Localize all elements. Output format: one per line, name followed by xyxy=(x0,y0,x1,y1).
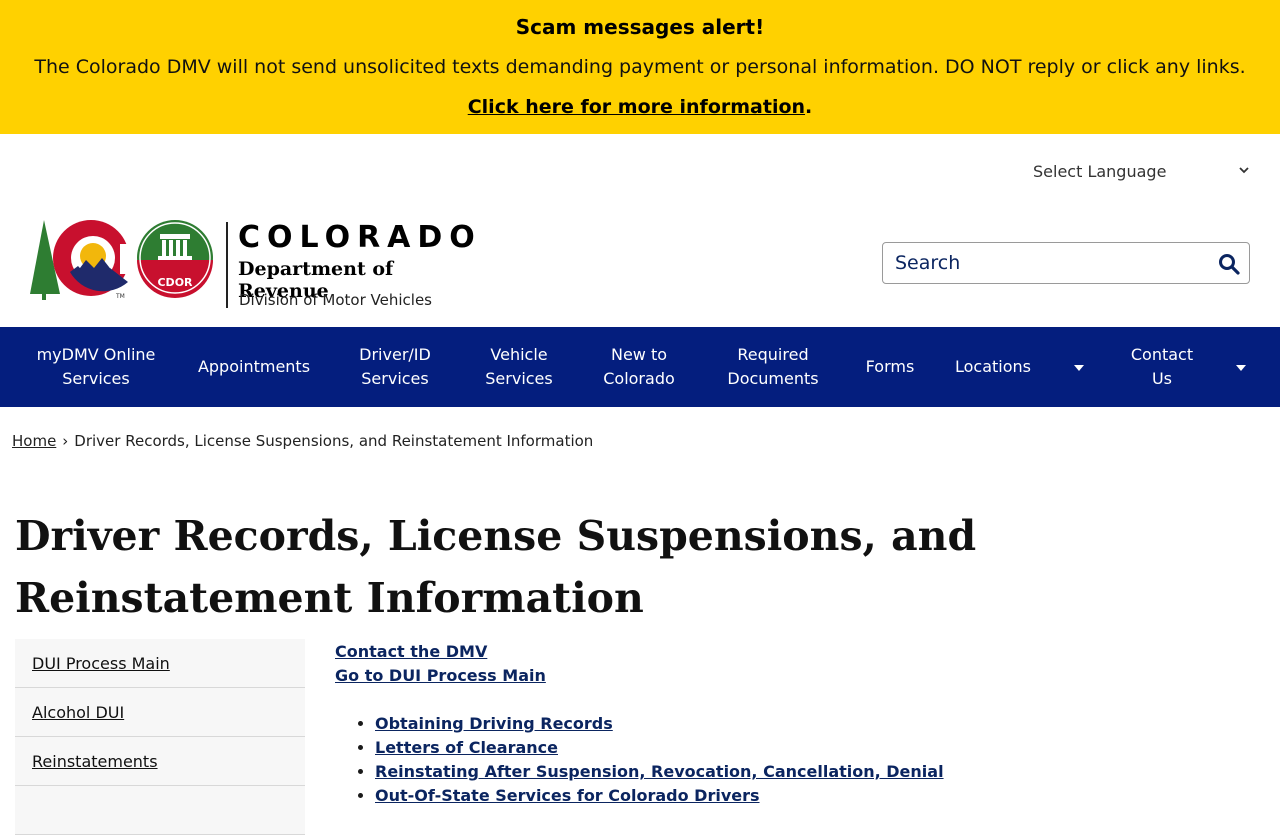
dui-process-main-link[interactable]: Go to DUI Process Main xyxy=(335,664,944,688)
sidebar-item-dui-process-main[interactable]: DUI Process Main xyxy=(15,639,305,688)
nav-item-driver-id[interactable]: Driver/ID Services xyxy=(340,343,450,391)
page-title: Driver Records, License Suspensions, and… xyxy=(15,512,977,622)
nav-item-mydmv[interactable]: myDMV Online Services xyxy=(26,343,166,391)
caret-down-icon[interactable] xyxy=(1235,362,1247,376)
language-select[interactable]: Select Language xyxy=(1033,162,1249,181)
brand-division-name: Division of Motor Vehicles xyxy=(239,291,432,309)
caret-down-icon[interactable] xyxy=(1073,362,1085,376)
search-input[interactable] xyxy=(883,252,1203,274)
sidebar-nav: DUI Process Main Alcohol DUI Reinstateme… xyxy=(15,639,305,835)
breadcrumb-current: Driver Records, License Suspensions, and… xyxy=(74,432,594,450)
sidebar-item-more[interactable] xyxy=(15,786,305,835)
breadcrumb: Home › Driver Records, License Suspensions… xyxy=(12,432,593,450)
nav-item-contact-us[interactable]: Contact Us xyxy=(1124,343,1200,391)
sidebar-item-label[interactable]: Alcohol DUI xyxy=(32,703,124,722)
language-select-label: Select Language xyxy=(1033,162,1167,181)
alert-message: The Colorado DMV will not send unsolicit… xyxy=(34,56,1246,78)
nav-item-new-to-colorado[interactable]: New to Colorado xyxy=(594,343,684,391)
scam-alert-banner: Scam messages alert! The Colorado DMV wi… xyxy=(0,0,1280,134)
nav-item-vehicle[interactable]: Vehicle Services xyxy=(470,343,568,391)
chevron-down-icon xyxy=(1238,164,1250,180)
sidebar-item-reinstatements[interactable]: Reinstatements xyxy=(15,737,305,786)
nav-item-forms[interactable]: Forms xyxy=(856,355,924,379)
alert-link-row: Click here for more information. xyxy=(0,96,1280,118)
cdor-seal-text: CDOR xyxy=(157,276,193,289)
cdor-logo[interactable]: TM CDOR COLORADO Department of Revenue D… xyxy=(30,220,490,310)
breadcrumb-home-link[interactable]: Home xyxy=(12,432,56,450)
logo-divider xyxy=(226,222,228,308)
out-of-state-services-link[interactable]: Out-Of-State Services for Colorado Drive… xyxy=(375,786,760,805)
main-navigation: myDMV Online Services Appointments Drive… xyxy=(0,327,1280,407)
alert-link-suffix: . xyxy=(805,96,813,118)
nav-item-appointments[interactable]: Appointments xyxy=(190,355,318,379)
sidebar-item-label[interactable]: DUI Process Main xyxy=(32,654,170,673)
obtaining-driving-records-link[interactable]: Obtaining Driving Records xyxy=(375,714,613,733)
colorado-c-logo-icon: TM CDOR xyxy=(30,220,213,300)
alert-more-info-link[interactable]: Click here for more information xyxy=(468,96,805,118)
letters-of-clearance-link[interactable]: Letters of Clearance xyxy=(375,738,558,757)
brand-state-name: COLORADO xyxy=(238,220,482,255)
list-item: Letters of Clearance xyxy=(375,736,944,760)
list-item: Obtaining Driving Records xyxy=(375,712,944,736)
site-header: Select Language TM CDOR COLORADO Departm… xyxy=(0,134,1280,327)
contact-dmv-link[interactable]: Contact the DMV xyxy=(335,640,944,664)
reinstating-link[interactable]: Reinstating After Suspension, Revocation… xyxy=(375,762,944,781)
list-item: Reinstating After Suspension, Revocation… xyxy=(375,760,944,784)
main-content: Contact the DMV Go to DUI Process Main O… xyxy=(335,640,944,808)
sidebar-item-label[interactable]: Reinstatements xyxy=(32,752,158,771)
list-item: Out-Of-State Services for Colorado Drive… xyxy=(375,784,944,808)
search-icon[interactable] xyxy=(1217,252,1241,276)
sidebar-item-alcohol-dui[interactable]: Alcohol DUI xyxy=(15,688,305,737)
trademark-mark: TM xyxy=(115,293,125,300)
nav-item-locations[interactable]: Locations xyxy=(948,355,1038,379)
breadcrumb-separator: › xyxy=(62,432,69,450)
topic-link-list: Obtaining Driving Records Letters of Cle… xyxy=(335,712,944,808)
site-search xyxy=(882,242,1250,284)
nav-item-required-documents[interactable]: Required Documents xyxy=(710,343,836,391)
alert-title: Scam messages alert! xyxy=(515,15,765,39)
